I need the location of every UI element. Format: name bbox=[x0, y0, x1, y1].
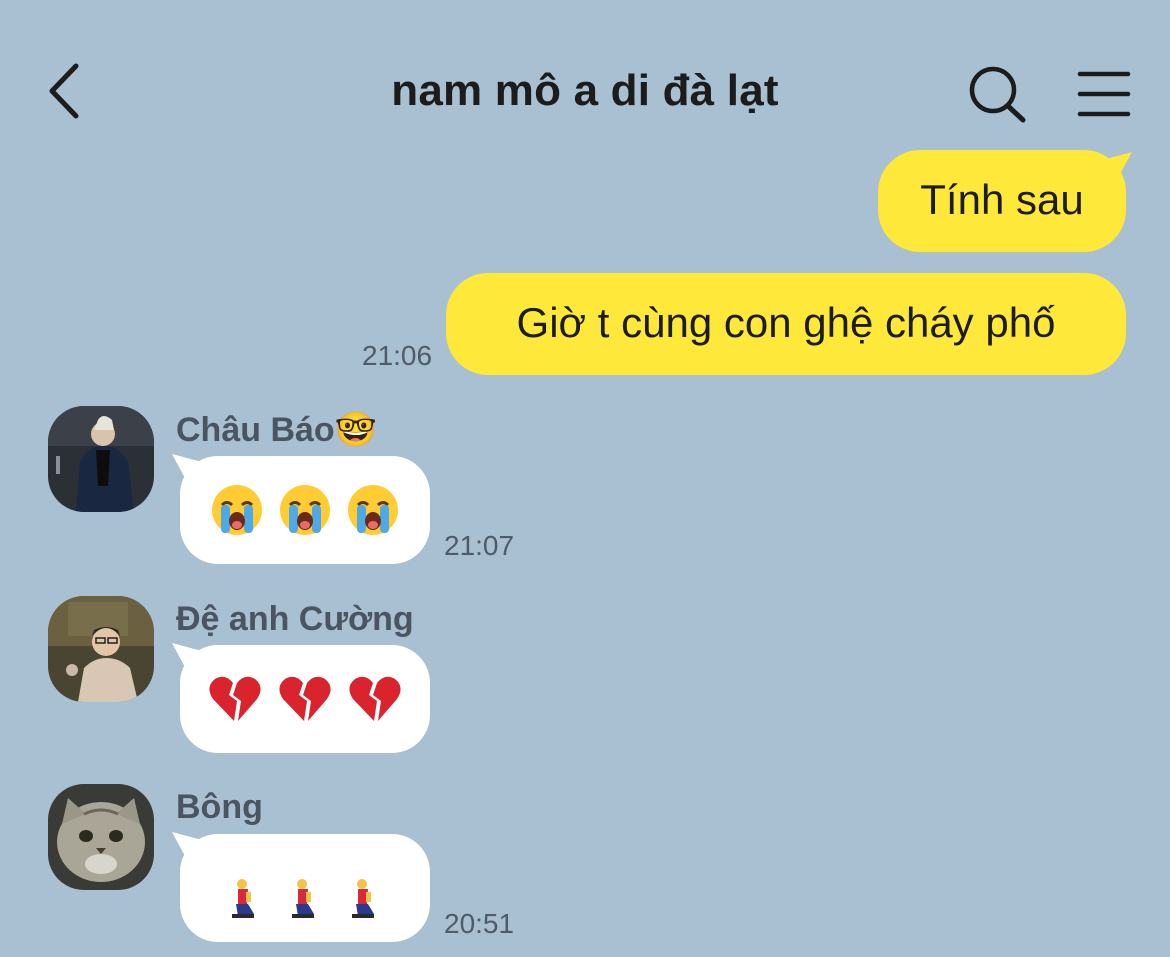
menu-button[interactable] bbox=[1074, 66, 1134, 122]
outgoing-message[interactable]: Tính sau bbox=[878, 150, 1132, 252]
message-text: Tính sau bbox=[920, 176, 1084, 223]
emoji-row bbox=[180, 834, 430, 942]
incoming-message[interactable] bbox=[172, 454, 430, 564]
incoming-message[interactable] bbox=[172, 832, 430, 942]
message-time: 21:07 bbox=[444, 530, 515, 561]
person-kneeling-icon bbox=[292, 879, 314, 918]
loudly-crying-face-icon bbox=[212, 485, 262, 535]
search-icon bbox=[969, 66, 1026, 123]
emoji-row bbox=[180, 645, 430, 753]
search-button[interactable] bbox=[964, 62, 1030, 128]
chat-header: nam mô a di đà lạt bbox=[0, 0, 1170, 150]
sender-name: Đệ anh Cường bbox=[176, 600, 414, 638]
broken-heart-icon bbox=[349, 676, 401, 721]
bubble-tail bbox=[1102, 152, 1132, 178]
avatar[interactable] bbox=[48, 784, 154, 890]
broken-heart-icon bbox=[279, 676, 331, 721]
avatar-photo-person-icon bbox=[48, 406, 154, 512]
avatar-photo-cat-icon bbox=[48, 784, 154, 890]
broken-heart-icon bbox=[209, 676, 261, 721]
message-time: 20:51 bbox=[444, 908, 515, 939]
sender-name: Bông bbox=[176, 788, 263, 826]
emoji-row bbox=[180, 456, 430, 564]
person-kneeling-icon bbox=[352, 879, 374, 918]
sender-name: Châu Báo🤓 bbox=[176, 411, 378, 449]
loudly-crying-face-icon bbox=[280, 485, 330, 535]
person-kneeling-icon bbox=[232, 879, 254, 918]
message-time: 21:06 bbox=[362, 340, 433, 371]
avatar[interactable] bbox=[48, 596, 154, 702]
message-text: Giờ t cùng con ghệ cháy phố bbox=[516, 299, 1056, 346]
outgoing-message[interactable]: Giờ t cùng con ghệ cháy phố bbox=[446, 273, 1126, 375]
hamburger-menu-icon bbox=[1077, 71, 1131, 117]
incoming-message[interactable] bbox=[172, 643, 430, 753]
loudly-crying-face-icon bbox=[348, 485, 398, 535]
avatar-photo-person-icon bbox=[48, 596, 154, 702]
avatar[interactable] bbox=[48, 406, 154, 512]
